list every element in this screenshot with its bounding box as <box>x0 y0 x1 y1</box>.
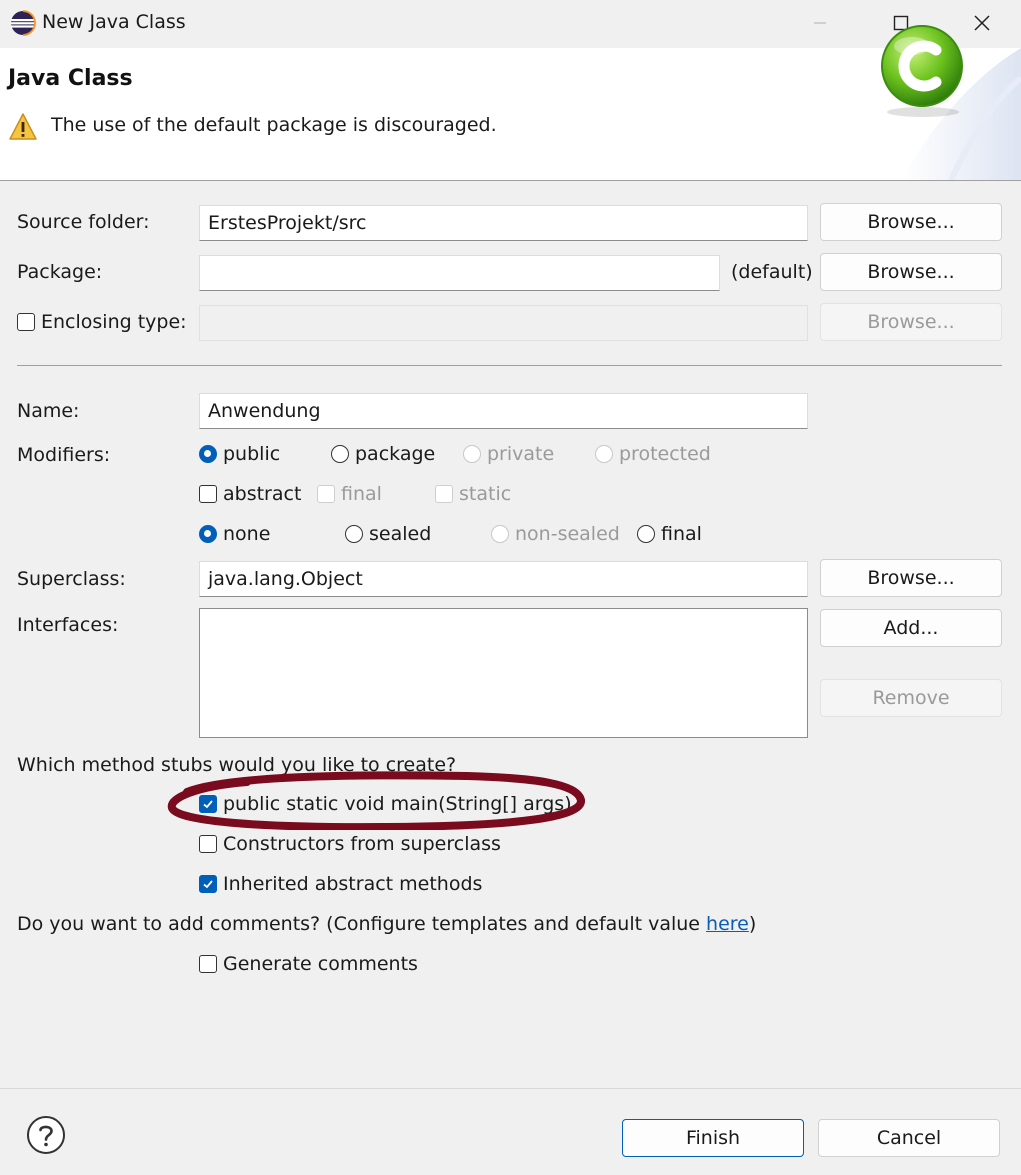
modifiers-label: Modifiers: <box>17 444 111 466</box>
finish-button[interactable]: Finish <box>622 1119 804 1157</box>
java-class-icon <box>881 25 963 117</box>
enclosing-type-browse-button: Browse... <box>820 303 1002 341</box>
modifier-abstract-checkbox[interactable]: abstract <box>199 483 301 505</box>
checkbox-box <box>199 875 217 893</box>
checkbox-label: Constructors from superclass <box>223 833 501 855</box>
checkbox-box <box>199 835 217 853</box>
configure-templates-link[interactable]: here <box>706 913 749 935</box>
remove-interface-button: Remove <box>820 679 1002 717</box>
radio-label: non-sealed <box>515 523 620 545</box>
stub-constructors-checkbox[interactable]: Constructors from superclass <box>199 833 501 855</box>
warning-icon <box>9 113 37 140</box>
enclosing-type-checkbox[interactable]: Enclosing type: <box>17 311 187 333</box>
enclosing-type-label: Enclosing type: <box>41 311 187 333</box>
minimize-icon <box>814 22 826 24</box>
interfaces-label: Interfaces: <box>17 614 119 636</box>
superclass-label: Superclass: <box>17 568 126 590</box>
sealing-final-radio[interactable]: final <box>637 523 702 545</box>
wizard-header: Java Class The use of the default packag… <box>0 48 1021 181</box>
comments-question: Do you want to add comments? (Configure … <box>17 913 756 935</box>
superclass-browse-button[interactable]: Browse... <box>820 559 1002 597</box>
footer-separator <box>0 1088 1021 1089</box>
window-title: New Java Class <box>42 11 186 33</box>
sealing-non-sealed-radio: non-sealed <box>491 523 620 545</box>
modifier-protected-radio: protected <box>595 443 711 465</box>
close-icon <box>974 15 990 31</box>
modifier-package-radio[interactable]: package <box>331 443 435 465</box>
title-bar: New Java Class <box>0 0 1021 48</box>
annotation-highlight <box>167 771 585 830</box>
radio-dot <box>463 445 481 463</box>
source-folder-label: Source folder: <box>17 211 150 233</box>
generate-comments-checkbox[interactable]: Generate comments <box>199 953 418 975</box>
radio-label: private <box>487 443 555 465</box>
checkbox-label: Inherited abstract methods <box>223 873 483 895</box>
checkbox-label: static <box>459 483 512 505</box>
modifier-static-checkbox: static <box>435 483 511 505</box>
checkbox-box <box>17 313 35 331</box>
comments-question-suffix: ) <box>748 913 757 935</box>
modifier-public-radio[interactable]: public <box>199 443 280 465</box>
radio-dot <box>637 525 655 543</box>
sealing-none-radio[interactable]: none <box>199 523 270 545</box>
separator <box>17 365 1002 366</box>
stub-inherited-checkbox[interactable]: Inherited abstract methods <box>199 873 482 895</box>
source-folder-input[interactable]: ErstesProjekt/src <box>199 205 808 241</box>
modifier-final-checkbox: final <box>317 483 382 505</box>
checkbox-box <box>435 485 453 503</box>
radio-dot <box>345 525 363 543</box>
sealing-sealed-radio[interactable]: sealed <box>345 523 431 545</box>
checkbox-label: Generate comments <box>223 953 418 975</box>
package-input[interactable] <box>199 255 720 291</box>
radio-dot <box>199 525 217 543</box>
cancel-button[interactable]: Cancel <box>818 1119 1000 1157</box>
radio-label: sealed <box>369 523 432 545</box>
check-icon <box>203 880 213 889</box>
class-name-input[interactable]: Anwendung <box>199 393 808 429</box>
radio-dot <box>595 445 613 463</box>
name-label: Name: <box>17 400 80 422</box>
checkbox-box <box>317 485 335 503</box>
radio-dot <box>199 445 217 463</box>
radio-label: none <box>223 523 271 545</box>
package-default-note: (default) <box>731 261 813 283</box>
eclipse-icon <box>11 10 36 36</box>
radio-label: package <box>355 443 436 465</box>
checkbox-label: abstract <box>223 483 302 505</box>
add-interface-button[interactable]: Add... <box>820 609 1002 647</box>
help-icon[interactable] <box>26 1115 66 1155</box>
package-browse-button[interactable]: Browse... <box>820 253 1002 291</box>
checkbox-label: final <box>341 483 382 505</box>
page-title: Java Class <box>8 66 133 91</box>
enclosing-type-input <box>199 305 808 341</box>
radio-label: final <box>661 523 702 545</box>
interfaces-list[interactable] <box>199 608 808 738</box>
warning-message: The use of the default package is discou… <box>51 114 497 136</box>
modifier-private-radio: private <box>463 443 554 465</box>
radio-dot <box>331 445 349 463</box>
radio-dot <box>491 525 509 543</box>
source-folder-browse-button[interactable]: Browse... <box>820 203 1002 241</box>
comments-question-text: Do you want to add comments? (Configure … <box>17 913 707 935</box>
checkbox-box <box>199 485 217 503</box>
checkbox-box <box>199 955 217 973</box>
minimize-button[interactable] <box>800 8 840 38</box>
package-label: Package: <box>17 261 103 283</box>
superclass-input[interactable]: java.lang.Object <box>199 561 808 597</box>
radio-label: protected <box>619 443 711 465</box>
radio-label: public <box>223 443 281 465</box>
